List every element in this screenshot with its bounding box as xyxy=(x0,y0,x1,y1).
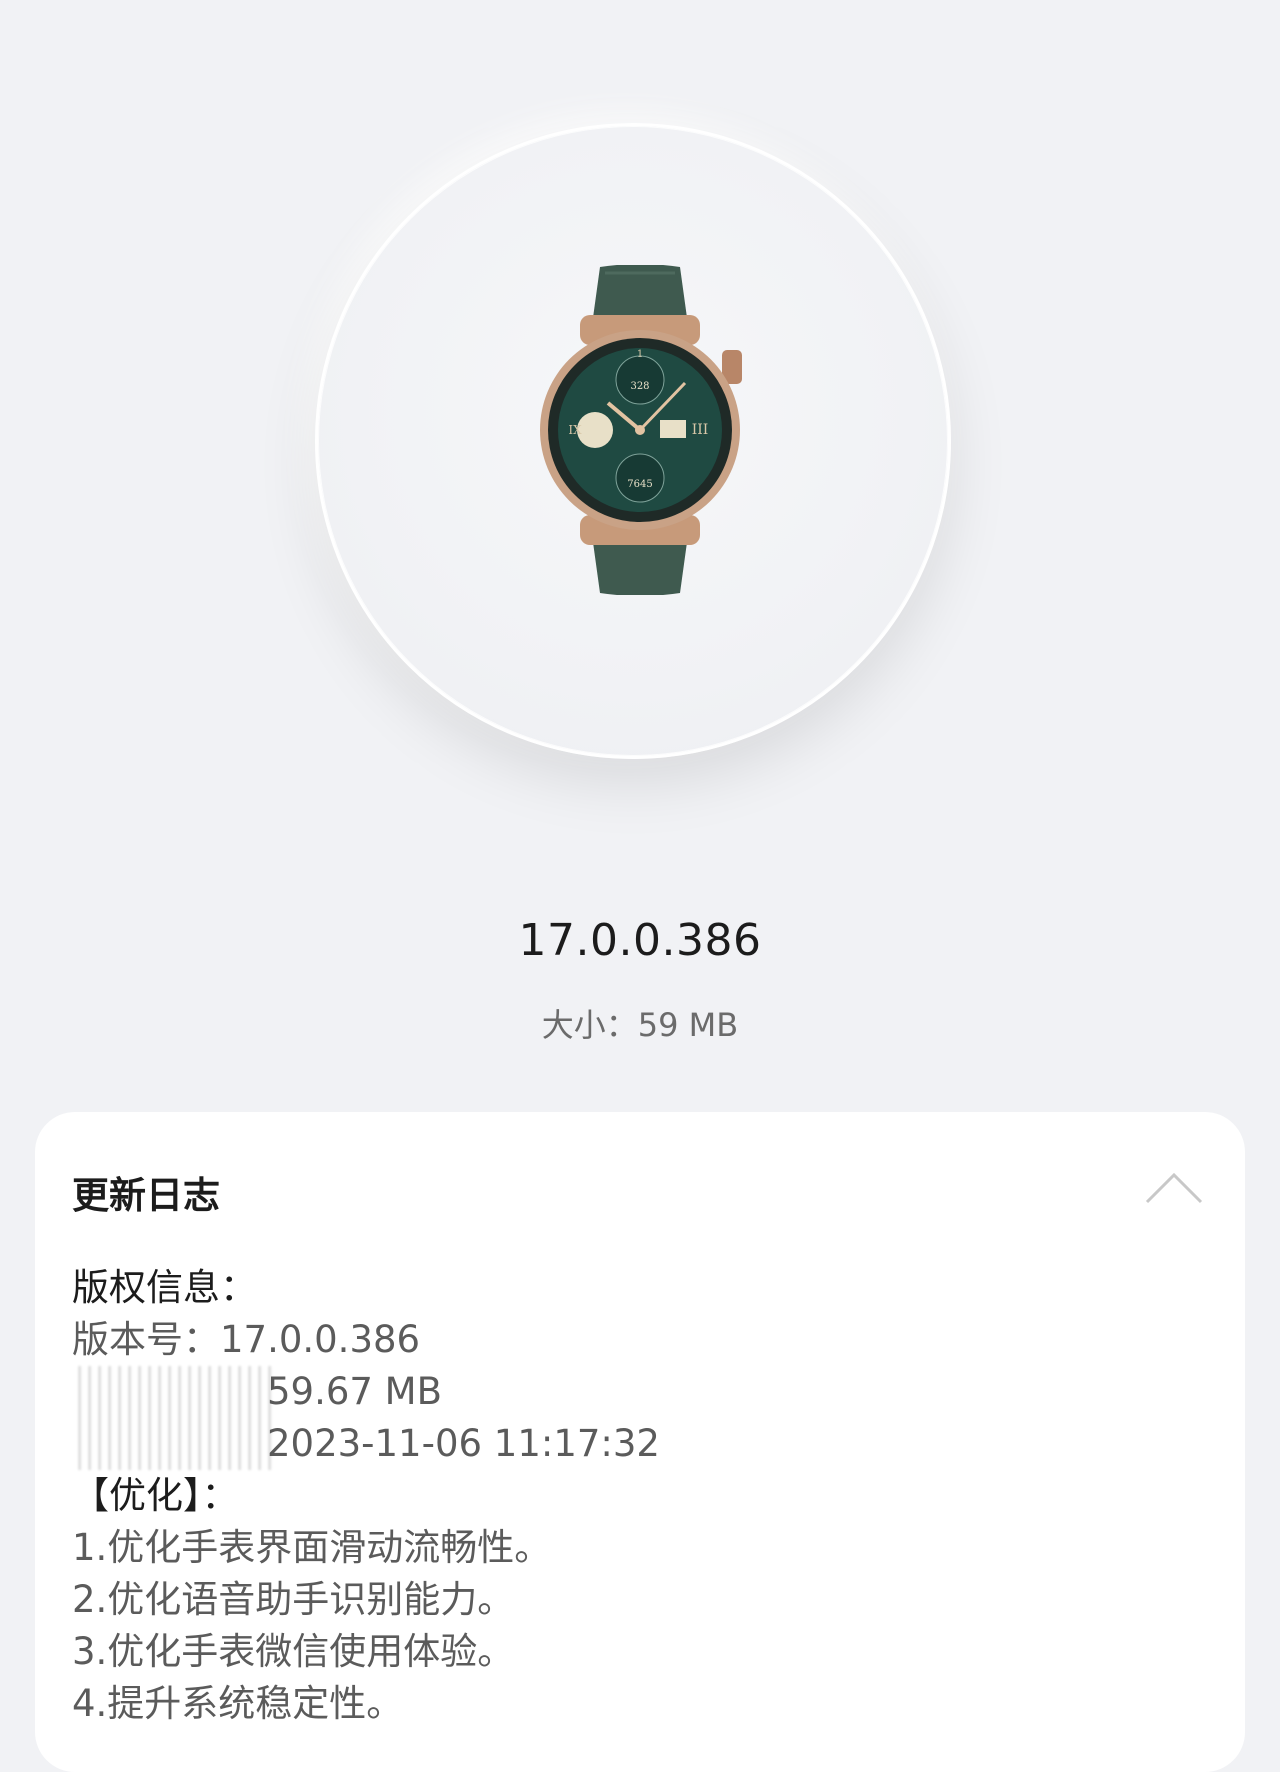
svg-text:1: 1 xyxy=(637,349,643,360)
chevron-up-icon[interactable] xyxy=(1145,1170,1203,1204)
version-line: 版本号：17.0.0.386 xyxy=(72,1318,421,1361)
changelog-content: 版权信息： 版本号：17.0.0.386 59.67 MB 2023-11-06… xyxy=(72,1262,660,1730)
svg-text:328: 328 xyxy=(630,381,649,392)
changelog-title: 更新日志 xyxy=(72,1174,220,1217)
redacted-rows: 59.67 MB 2023-11-06 11:17:32 xyxy=(72,1366,660,1470)
svg-text:III: III xyxy=(692,422,709,438)
optimization-header: 【优化】： xyxy=(72,1474,239,1517)
svg-text:7645: 7645 xyxy=(627,479,652,490)
smartwatch-icon: 1 328 7645 III IX xyxy=(530,264,750,596)
package-size: 大小：59 MB xyxy=(541,1006,739,1044)
optimization-item: 4.提升系统稳定性。 xyxy=(72,1682,404,1725)
copyright-label: 版权信息： xyxy=(72,1266,257,1309)
svg-text:IX: IX xyxy=(568,423,582,437)
changelog-card: 更新日志 版权信息： 版本号：17.0.0.386 59.67 MB 2023-… xyxy=(35,1112,1245,1772)
optimization-item: 1.优化手表界面滑动流畅性。 xyxy=(72,1526,552,1569)
optimization-item: 3.优化手表微信使用体验。 xyxy=(72,1630,515,1673)
redacted-labels xyxy=(72,1366,272,1470)
firmware-version: 17.0.0.386 xyxy=(518,915,762,966)
optimization-item: 2.优化语音助手识别能力。 xyxy=(72,1578,515,1621)
